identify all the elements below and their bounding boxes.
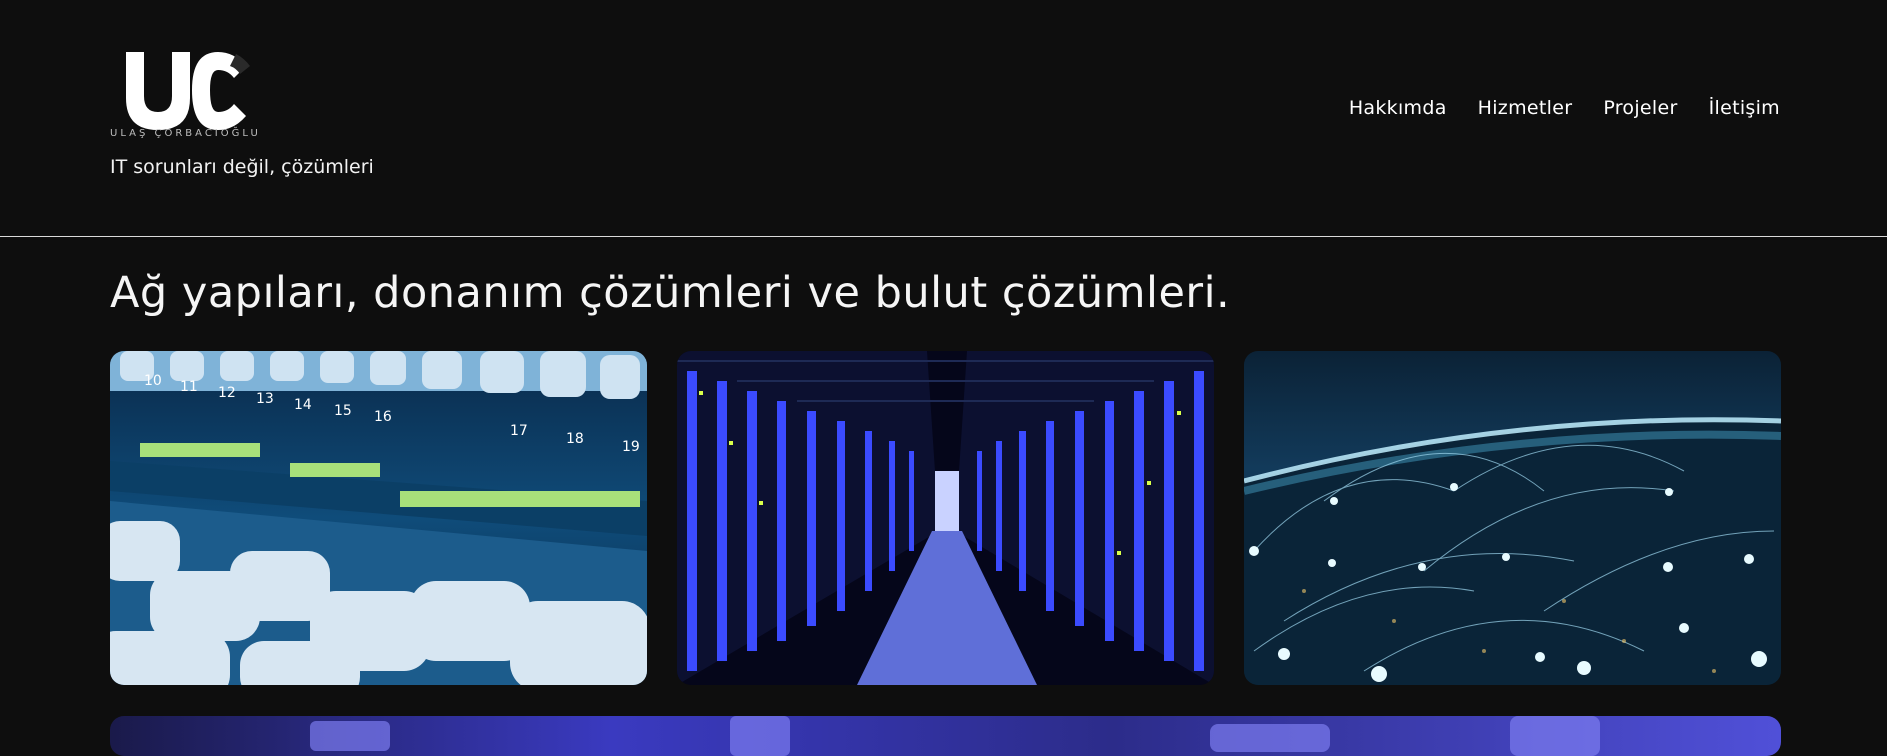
site-header: ULAŞ ÇORBACIOĞLU IT sorunları değil, çöz… (0, 0, 1887, 237)
svg-text:19: 19 (622, 439, 640, 455)
page-headline: Ağ yapıları, donanım çözümleri ve bulut … (110, 268, 1231, 318)
hardware-banner-image (110, 716, 1781, 756)
logo[interactable]: ULAŞ ÇORBACIOĞLU (110, 44, 270, 144)
svg-text:16: 16 (374, 409, 392, 425)
global-network-image (1244, 351, 1781, 685)
svg-text:10: 10 (144, 373, 162, 389)
logo-subtitle: ULAŞ ÇORBACIOĞLU (110, 128, 261, 139)
svg-text:14: 14 (294, 397, 312, 413)
svg-text:13: 13 (256, 391, 274, 407)
nav-link-contact[interactable]: İletişim (1709, 97, 1780, 119)
svg-text:12: 12 (218, 385, 236, 401)
nav-link-projects[interactable]: Projeler (1603, 97, 1677, 119)
logo-mark-icon (126, 52, 250, 130)
tagline: IT sorunları değil, çözümleri (110, 156, 374, 178)
data-center-image (677, 351, 1214, 685)
svg-text:11: 11 (180, 379, 198, 395)
svg-text:15: 15 (334, 403, 352, 419)
network-switch-image: 10 11 12 13 14 15 16 17 18 19 (110, 351, 647, 685)
nav-link-about[interactable]: Hakkımda (1349, 97, 1447, 119)
svg-text:17: 17 (510, 423, 528, 439)
nav-link-services[interactable]: Hizmetler (1478, 97, 1573, 119)
main-nav: Hakkımda Hizmetler Projeler İletişim (1349, 97, 1780, 119)
svg-text:18: 18 (566, 431, 584, 447)
